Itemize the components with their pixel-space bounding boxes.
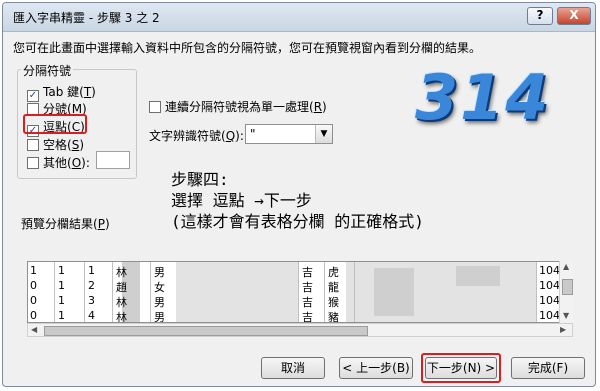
scroll-left-icon[interactable]: ◀: [31, 325, 37, 334]
space-checkbox-box[interactable]: [27, 139, 39, 151]
table-cell: 1: [88, 264, 95, 277]
table-cell: 男: [154, 296, 165, 309]
data-preview-pane[interactable]: 1 1 1 林 男 吉 虎 104 0 1 2 趙 女 吉 龍 104 0 1 …: [27, 261, 573, 323]
table-cell: 龍: [328, 281, 339, 294]
column-divider: [324, 262, 325, 322]
text-import-wizard-dialog: 匯入字串精靈 - 步驟 3 之 2 ? X 您可在此畫面中選擇輸入資料中所包含的…: [2, 2, 596, 387]
scroll-up-icon[interactable]: ▲: [563, 262, 569, 271]
table-cell: 林: [116, 266, 127, 279]
table-cell: 女: [154, 281, 165, 294]
horizontal-scroll-thumb[interactable]: [44, 326, 368, 336]
other-checkbox[interactable]: 其他(O):: [27, 154, 90, 170]
help-button[interactable]: ?: [527, 7, 553, 25]
chevron-down-icon[interactable]: ▼: [315, 125, 332, 143]
table-cell: 0: [30, 279, 37, 292]
table-cell: 吉: [302, 311, 313, 323]
table-cell: 吉: [302, 266, 313, 279]
preview-label: 預覽分欄結果(P): [21, 217, 110, 231]
text-qualifier-value: ": [250, 127, 256, 141]
table-cell: 吉: [302, 296, 313, 309]
table-cell: 0: [30, 294, 37, 307]
table-cell: 104: [539, 294, 560, 307]
space-checkbox[interactable]: 空格(S): [27, 136, 84, 152]
table-cell: 趙: [116, 281, 127, 294]
redacted-area: [374, 268, 414, 316]
cancel-button[interactable]: 取消: [261, 357, 325, 379]
finish-button[interactable]: 完成(F): [511, 357, 585, 379]
table-cell: 男: [154, 311, 165, 323]
preview-horizontal-scrollbar[interactable]: ◀ ▶: [27, 323, 573, 337]
dialog-title: 匯入字串精靈 - 步驟 3 之 2: [13, 11, 160, 25]
column-divider: [150, 262, 151, 322]
delimiters-legend: 分隔符號: [21, 62, 74, 79]
tab-checkbox[interactable]: ✓ Tab 鍵(T): [27, 83, 96, 102]
table-cell: 男: [154, 266, 165, 279]
table-cell: 1: [58, 279, 65, 292]
table-cell: 1: [58, 294, 65, 307]
comma-highlight-annotation: [23, 114, 87, 134]
logo-314: 314: [415, 61, 551, 134]
description-text: 您可在此畫面中選擇輸入資料中所包含的分隔符號，您可在預覽視窗內看到分欄的結果。: [13, 41, 482, 55]
table-cell: 吉: [302, 281, 313, 294]
table-cell: 104: [539, 309, 560, 322]
table-cell: 3: [88, 294, 95, 307]
table-cell: 豬: [328, 311, 339, 323]
table-cell: 0: [30, 309, 37, 322]
table-cell: 1: [58, 309, 65, 322]
consecutive-delimiters-checkbox[interactable]: 連續分隔符號視為單一處理(R): [149, 98, 327, 115]
table-cell: 1: [58, 264, 65, 277]
column-divider: [298, 262, 299, 322]
table-cell: 104: [539, 264, 560, 277]
step-annotation: 步驟四: 選擇 逗點 →下一步 (這樣才會有表格分欄 的正確格式): [171, 170, 424, 231]
column-divider: [84, 262, 85, 322]
table-cell: 2: [88, 279, 95, 292]
table-cell: 虎: [328, 266, 339, 279]
column-divider: [354, 262, 355, 322]
redacted-area: [176, 262, 298, 322]
table-cell: 1: [30, 264, 37, 277]
column-divider: [112, 262, 113, 322]
other-delimiter-input[interactable]: [96, 151, 130, 169]
table-cell: 猴: [328, 296, 339, 309]
table-cell: 4: [88, 309, 95, 322]
consecutive-checkbox-box[interactable]: [149, 101, 161, 113]
preview-vertical-scrollbar[interactable]: ▲ ▼: [559, 261, 573, 323]
next-button[interactable]: 下一步(N) >: [425, 357, 497, 379]
vertical-scroll-thumb[interactable]: [562, 279, 573, 295]
scroll-right-icon[interactable]: ▶: [560, 325, 566, 334]
table-cell: 林: [116, 296, 127, 309]
scroll-down-icon[interactable]: ▼: [563, 311, 569, 320]
text-qualifier-select[interactable]: " ▼: [245, 124, 333, 144]
table-cell: 104: [539, 279, 560, 292]
back-button[interactable]: < 上一步(B): [339, 357, 413, 379]
text-qualifier-label: 文字辨識符號(Q):: [149, 129, 244, 143]
close-button[interactable]: X: [557, 7, 591, 25]
column-divider: [54, 262, 55, 322]
redacted-area: [456, 266, 500, 286]
other-checkbox-box[interactable]: [27, 157, 39, 169]
table-cell: 林: [116, 311, 127, 323]
title-bar: 匯入字串精靈 - 步驟 3 之 2 ? X: [3, 3, 595, 32]
column-divider: [536, 262, 537, 322]
